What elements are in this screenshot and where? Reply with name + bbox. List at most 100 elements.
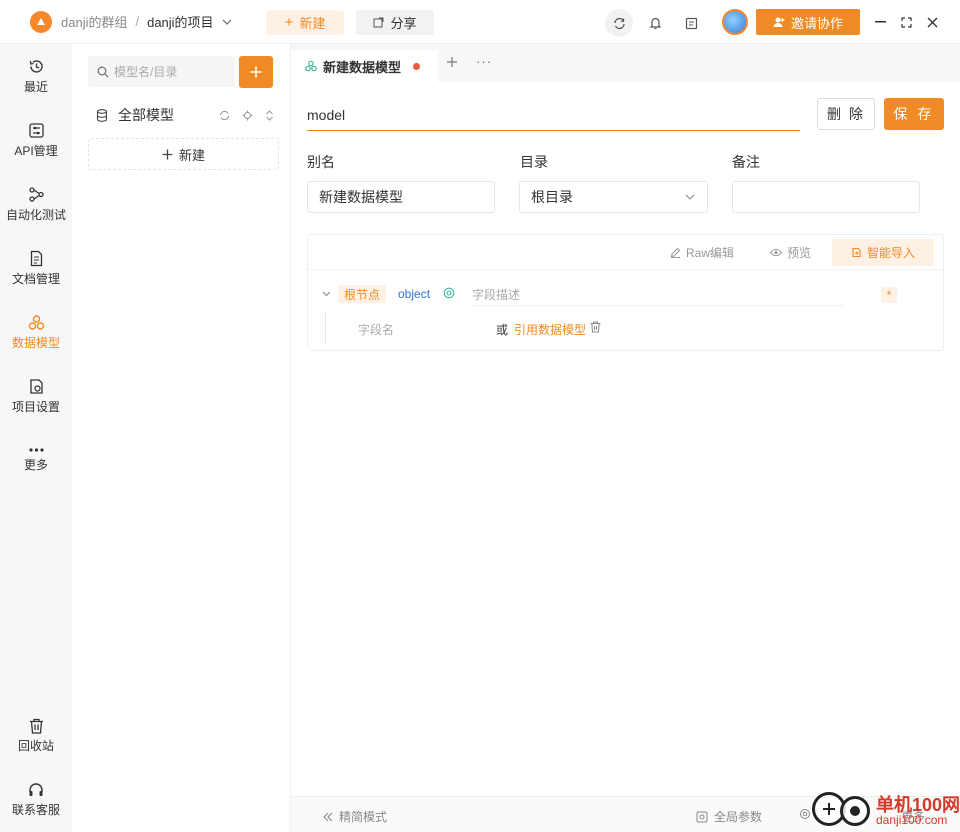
- sync-icon[interactable]: [605, 9, 633, 37]
- breadcrumb-project[interactable]: danji的项目: [147, 12, 213, 31]
- root-type-selector[interactable]: object: [398, 287, 430, 301]
- alias-input[interactable]: 新建数据模型: [307, 181, 495, 213]
- compact-mode-button[interactable]: 精简模式: [323, 808, 387, 825]
- chevron-down-icon[interactable]: [322, 291, 331, 297]
- left-navigation: 最近 API管理 自动化测试 文档管理 数据模型 项目设置 更多 回收站 联系客…: [0, 44, 72, 832]
- bell-icon[interactable]: [641, 9, 669, 37]
- share-button-label: 分享: [390, 16, 417, 31]
- model-editor: model 删 除 保 存 别名 目录 备注 新建数据模型 根目录 Raw编辑 …: [291, 82, 960, 796]
- model-icon: [28, 314, 44, 330]
- edit-icon: [670, 247, 681, 258]
- compact-mode-label: 精简模式: [339, 810, 388, 824]
- nav-item-project-settings[interactable]: 项目设置: [0, 368, 72, 424]
- invite-button[interactable]: 邀请协作: [756, 9, 860, 35]
- global-params-button[interactable]: 全局参数: [696, 808, 762, 825]
- api-icon: [28, 122, 44, 138]
- plus-icon: [250, 66, 262, 78]
- flow-icon: [28, 186, 44, 202]
- trash-icon[interactable]: [590, 321, 601, 333]
- document-icon: [30, 250, 42, 266]
- nav-item-data-model[interactable]: 数据模型: [0, 304, 72, 360]
- nav-label: 更多: [23, 458, 48, 472]
- all-models-row[interactable]: 全部模型: [96, 104, 276, 126]
- preview-button[interactable]: 预览: [770, 244, 811, 261]
- reference-model-link[interactable]: 引用数据模型: [514, 321, 586, 338]
- database-icon: [96, 108, 108, 122]
- chevron-down-icon[interactable]: [222, 19, 232, 25]
- nav-item-recycle-bin[interactable]: 回收站: [0, 708, 72, 764]
- nav-label: API管理: [14, 143, 58, 158]
- breadcrumb-group[interactable]: danji的群组: [61, 12, 127, 31]
- new-button-label: 新建: [299, 16, 326, 31]
- tab-label: 新建数据模型: [323, 59, 402, 75]
- watermark-url: danji100.com: [876, 813, 948, 827]
- history-icon: [29, 59, 43, 73]
- schema-toolbar: Raw编辑 预览 智能导入: [308, 235, 943, 270]
- import-icon: [852, 247, 861, 258]
- note-input[interactable]: [732, 181, 920, 213]
- model-tree-panel: 全部模型 新建: [72, 44, 291, 832]
- maximize-icon[interactable]: [896, 12, 916, 32]
- nav-item-recent[interactable]: 最近: [0, 48, 72, 104]
- smart-import-button[interactable]: 智能导入: [832, 239, 934, 266]
- more-icon: [28, 448, 44, 452]
- field-description-input[interactable]: 字段描述: [470, 283, 844, 306]
- nav-item-api[interactable]: API管理: [0, 112, 72, 168]
- schema-root-row: 根节点 object 字段描述 *: [308, 279, 943, 307]
- directory-select[interactable]: 根目录: [519, 181, 708, 213]
- nav-item-more[interactable]: 更多: [0, 432, 72, 488]
- nav-item-support[interactable]: 联系客服: [0, 772, 72, 828]
- share-button[interactable]: 分享: [356, 10, 434, 35]
- raw-edit-label: Raw编辑: [686, 246, 735, 260]
- settings-icon: [29, 378, 43, 394]
- or-text: 或: [496, 323, 509, 337]
- expand-collapse-icon[interactable]: [265, 109, 274, 121]
- nav-item-automation[interactable]: 自动化测试: [0, 176, 72, 232]
- field-name-input[interactable]: 字段名: [358, 321, 394, 338]
- nav-item-docs[interactable]: 文档管理: [0, 240, 72, 296]
- plus-icon: +: [284, 14, 294, 31]
- nav-label: 文档管理: [11, 271, 60, 286]
- minimize-icon[interactable]: [870, 12, 890, 32]
- directory-value: 根目录: [531, 189, 573, 205]
- tree-guide-line: [325, 313, 326, 343]
- tab-new-data-model[interactable]: 新建数据模型: [291, 50, 438, 82]
- double-chevron-left-icon: [323, 812, 333, 821]
- required-star-button[interactable]: *: [881, 287, 897, 303]
- invite-button-label: 邀请协作: [790, 15, 843, 31]
- delete-button[interactable]: 删 除: [817, 98, 875, 130]
- add-user-icon: [773, 17, 785, 27]
- locate-icon[interactable]: [242, 110, 253, 121]
- new-button[interactable]: + 新建: [266, 10, 344, 35]
- model-name-input[interactable]: model: [307, 100, 800, 131]
- notes-icon[interactable]: [677, 9, 705, 37]
- search-box[interactable]: [88, 56, 234, 87]
- nav-label: 数据模型: [11, 335, 60, 350]
- new-model-button[interactable]: 新建: [88, 138, 279, 170]
- add-tab-icon[interactable]: [446, 56, 458, 68]
- directory-label: 目录: [520, 154, 548, 170]
- watermark-circle: [840, 796, 870, 826]
- close-icon[interactable]: [922, 12, 942, 32]
- root-node-tag: 根节点: [338, 285, 386, 303]
- nav-label: 项目设置: [11, 399, 60, 414]
- save-button[interactable]: 保 存: [884, 98, 944, 130]
- refresh-icon[interactable]: [219, 110, 230, 121]
- search-input[interactable]: [114, 64, 224, 79]
- add-model-button[interactable]: [239, 56, 273, 88]
- schema-child-row: 字段名 或 引用数据模型: [308, 313, 943, 343]
- settings-icon[interactable]: [443, 287, 455, 299]
- eye-icon: [770, 248, 782, 257]
- site-watermark-logo: 单机100网 danji100.com: [808, 786, 960, 832]
- chevron-down-icon: [685, 194, 695, 200]
- search-icon: [97, 66, 109, 77]
- note-label: 备注: [732, 154, 760, 170]
- headset-icon: [29, 783, 43, 796]
- new-model-label: 新建: [178, 147, 205, 163]
- schema-editor: Raw编辑 预览 智能导入 根节点 object 字段描述 * 字段名 或 引用…: [307, 234, 944, 351]
- raw-edit-button[interactable]: Raw编辑: [670, 244, 734, 261]
- tab-more-icon[interactable]: ···: [476, 54, 492, 69]
- trash-icon: [29, 718, 43, 734]
- global-params-label: 全局参数: [714, 810, 763, 824]
- user-avatar[interactable]: [722, 9, 748, 35]
